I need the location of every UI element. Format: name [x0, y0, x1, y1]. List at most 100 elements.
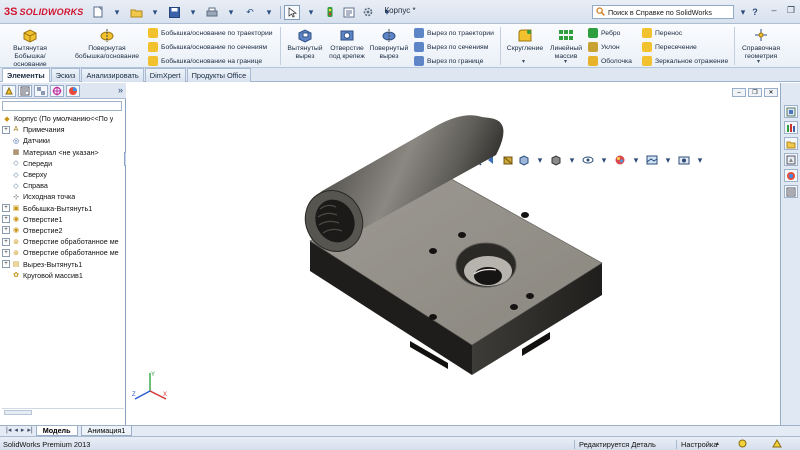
- tab-evaluate[interactable]: Анализировать: [81, 68, 144, 82]
- expand-toggle-icon[interactable]: +: [2, 204, 10, 213]
- part-model-3d[interactable]: [302, 113, 662, 398]
- mirror-icon: [642, 56, 652, 66]
- draft-button[interactable]: Уклон: [588, 41, 620, 53]
- display-manager-icon[interactable]: [66, 85, 80, 97]
- prev-tab-arrow-icon[interactable]: ◂: [14, 426, 18, 436]
- chevron-down-icon[interactable]: ▾: [564, 58, 567, 65]
- tab-model[interactable]: Модель: [35, 426, 78, 436]
- tab-animation1[interactable]: Анимация1: [80, 426, 133, 436]
- chevron-down-icon[interactable]: ▾: [185, 5, 201, 20]
- boss-revolve-button[interactable]: Повернутая бобышка/основание: [74, 26, 140, 61]
- chevron-down-icon[interactable]: ▾: [109, 5, 125, 20]
- cut-revolve-button[interactable]: Повернутый вырез: [367, 26, 411, 61]
- first-tab-arrow-icon[interactable]: |◂: [6, 426, 11, 436]
- rib-button[interactable]: Ребро: [588, 27, 620, 39]
- solidworks-resources-icon[interactable]: [784, 105, 798, 118]
- boss-boundary-button[interactable]: Бобышка/основание на границе: [148, 55, 262, 67]
- scrollbar-thumb[interactable]: [4, 410, 32, 415]
- next-tab-arrow-icon[interactable]: ▸: [21, 426, 25, 436]
- tree-item[interactable]: ◎ Датчики: [0, 135, 126, 146]
- units-selector[interactable]: Настройка: [676, 440, 717, 449]
- tree-root-item[interactable]: ◆ Корпус (По умолчанию<<По у: [0, 113, 126, 124]
- hole-wizard-button[interactable]: Отверстие под крепеж: [327, 26, 367, 61]
- tree-item[interactable]: ▦ Материал <не указан>: [0, 147, 126, 158]
- tree-item[interactable]: + ◉ Отверстие2: [0, 225, 126, 236]
- quick-tips-icon[interactable]: [772, 438, 782, 450]
- chevron-down-icon[interactable]: ▾: [147, 5, 163, 20]
- close-icon[interactable]: ✕: [764, 88, 778, 97]
- restore-icon[interactable]: ❐: [784, 3, 798, 17]
- expand-toggle-icon[interactable]: +: [2, 248, 10, 257]
- save-icon[interactable]: [166, 5, 182, 20]
- expand-toggle-icon[interactable]: +: [2, 237, 10, 246]
- tab-sketch[interactable]: Эскиз: [50, 68, 81, 82]
- tree-item[interactable]: + ▣ Бобышка-Вытянуть1: [0, 203, 126, 214]
- tree-item[interactable]: ⊹ Исходная точка: [0, 191, 126, 202]
- print-icon[interactable]: [204, 5, 220, 20]
- tree-item[interactable]: ◇ Справа: [0, 180, 126, 191]
- chevron-down-icon[interactable]: ▾: [223, 5, 239, 20]
- chevron-down-icon[interactable]: ▾: [522, 58, 525, 65]
- graphics-area[interactable]: ▾ ▾ ▾ ▾ ▾ ▾ – ❐ ✕ Y X Z: [126, 83, 780, 425]
- feature-tree-filter-input[interactable]: [2, 101, 122, 111]
- restore-icon[interactable]: ❐: [748, 88, 762, 97]
- select-arrow-icon[interactable]: [284, 4, 300, 20]
- chevron-down-icon[interactable]: ▾: [662, 154, 674, 166]
- file-explorer-icon[interactable]: [784, 137, 798, 150]
- tree-item[interactable]: ✿ Круговой массив1: [0, 270, 126, 281]
- wrap-button[interactable]: Перенос: [642, 27, 682, 39]
- tree-item[interactable]: + ▤ Вырез-Вытянуть1: [0, 258, 126, 269]
- appearances-icon[interactable]: [784, 169, 798, 182]
- tree-item[interactable]: + A Примечания: [0, 124, 126, 135]
- last-tab-arrow-icon[interactable]: ▸|: [27, 426, 32, 436]
- chevron-down-icon[interactable]: ▾: [261, 5, 277, 20]
- solidworks-logo[interactable]: 3S SOLIDWORKS: [4, 5, 83, 19]
- expand-toggle-icon[interactable]: +: [2, 226, 10, 235]
- help-search-input[interactable]: Поиск в Справке по SolidWorks: [592, 5, 734, 19]
- tree-item[interactable]: + ⊚ Отверстие обработанное ме: [0, 247, 126, 258]
- chevron-down-icon[interactable]: ▾: [757, 58, 760, 65]
- tree-item[interactable]: ◇ Сверху: [0, 169, 126, 180]
- property-manager-icon[interactable]: [18, 85, 32, 97]
- view-settings-icon[interactable]: [678, 154, 690, 166]
- boss-loft-button[interactable]: Бобышка/основание по сечениям: [148, 41, 267, 53]
- boss-extrude-button[interactable]: Вытянутая Бобышка/основание: [3, 26, 57, 69]
- reference-geometry-button[interactable]: Справочная геометрия: [736, 26, 786, 61]
- design-library-icon[interactable]: [784, 121, 798, 134]
- custom-properties-icon[interactable]: [784, 185, 798, 198]
- cut-extrude-button[interactable]: Вытянутый вырез: [283, 26, 327, 61]
- mirror-button[interactable]: Зеркальное отражение: [642, 55, 728, 67]
- chevron-right-double-icon[interactable]: »: [118, 85, 123, 95]
- expand-toggle-icon[interactable]: +: [2, 125, 10, 134]
- undo-icon[interactable]: ↶: [242, 5, 258, 20]
- expand-toggle-icon[interactable]: +: [2, 260, 10, 269]
- sweep-boss-icon: [148, 28, 158, 38]
- feature-manager-icon[interactable]: [2, 85, 16, 97]
- minimize-icon[interactable]: –: [767, 3, 781, 17]
- cut-loft-button[interactable]: Вырез по сечениям: [414, 41, 488, 53]
- tree-item[interactable]: + ◉ Отверстие1: [0, 214, 126, 225]
- horizontal-scrollbar[interactable]: [2, 408, 124, 415]
- tab-dimxpert[interactable]: DimXpert: [144, 68, 186, 82]
- tree-item[interactable]: + ⊚ Отверстие обработанное ме: [0, 236, 126, 247]
- view-palette-icon[interactable]: [784, 153, 798, 166]
- tab-office-products[interactable]: Продукты Office: [186, 68, 252, 82]
- boss-sweep-button[interactable]: Бобышка/основание по траектории: [148, 27, 273, 39]
- intersect-button[interactable]: Пересечение: [642, 41, 697, 53]
- new-document-icon[interactable]: [90, 5, 106, 20]
- open-folder-icon[interactable]: [128, 5, 144, 20]
- tab-features[interactable]: Элементы: [2, 68, 50, 82]
- chevron-up-icon[interactable]: ▴: [716, 440, 719, 447]
- minimize-icon[interactable]: –: [732, 88, 746, 97]
- linear-pattern-button[interactable]: Линейный массив: [547, 26, 585, 61]
- tree-item[interactable]: ◇ Спереди: [0, 158, 126, 169]
- expand-toggle-icon[interactable]: +: [2, 215, 10, 224]
- cut-boundary-button[interactable]: Вырез по границе: [414, 55, 483, 67]
- cut-sweep-button[interactable]: Вырез по траектории: [414, 27, 494, 39]
- dimxpert-manager-icon[interactable]: [50, 85, 64, 97]
- shell-button[interactable]: Оболочка: [588, 55, 632, 67]
- fillet-button[interactable]: Скругление: [503, 26, 547, 53]
- chevron-down-icon[interactable]: ▾: [694, 154, 706, 166]
- rebuild-status-icon[interactable]: [738, 439, 747, 450]
- configuration-manager-icon[interactable]: [34, 85, 48, 97]
